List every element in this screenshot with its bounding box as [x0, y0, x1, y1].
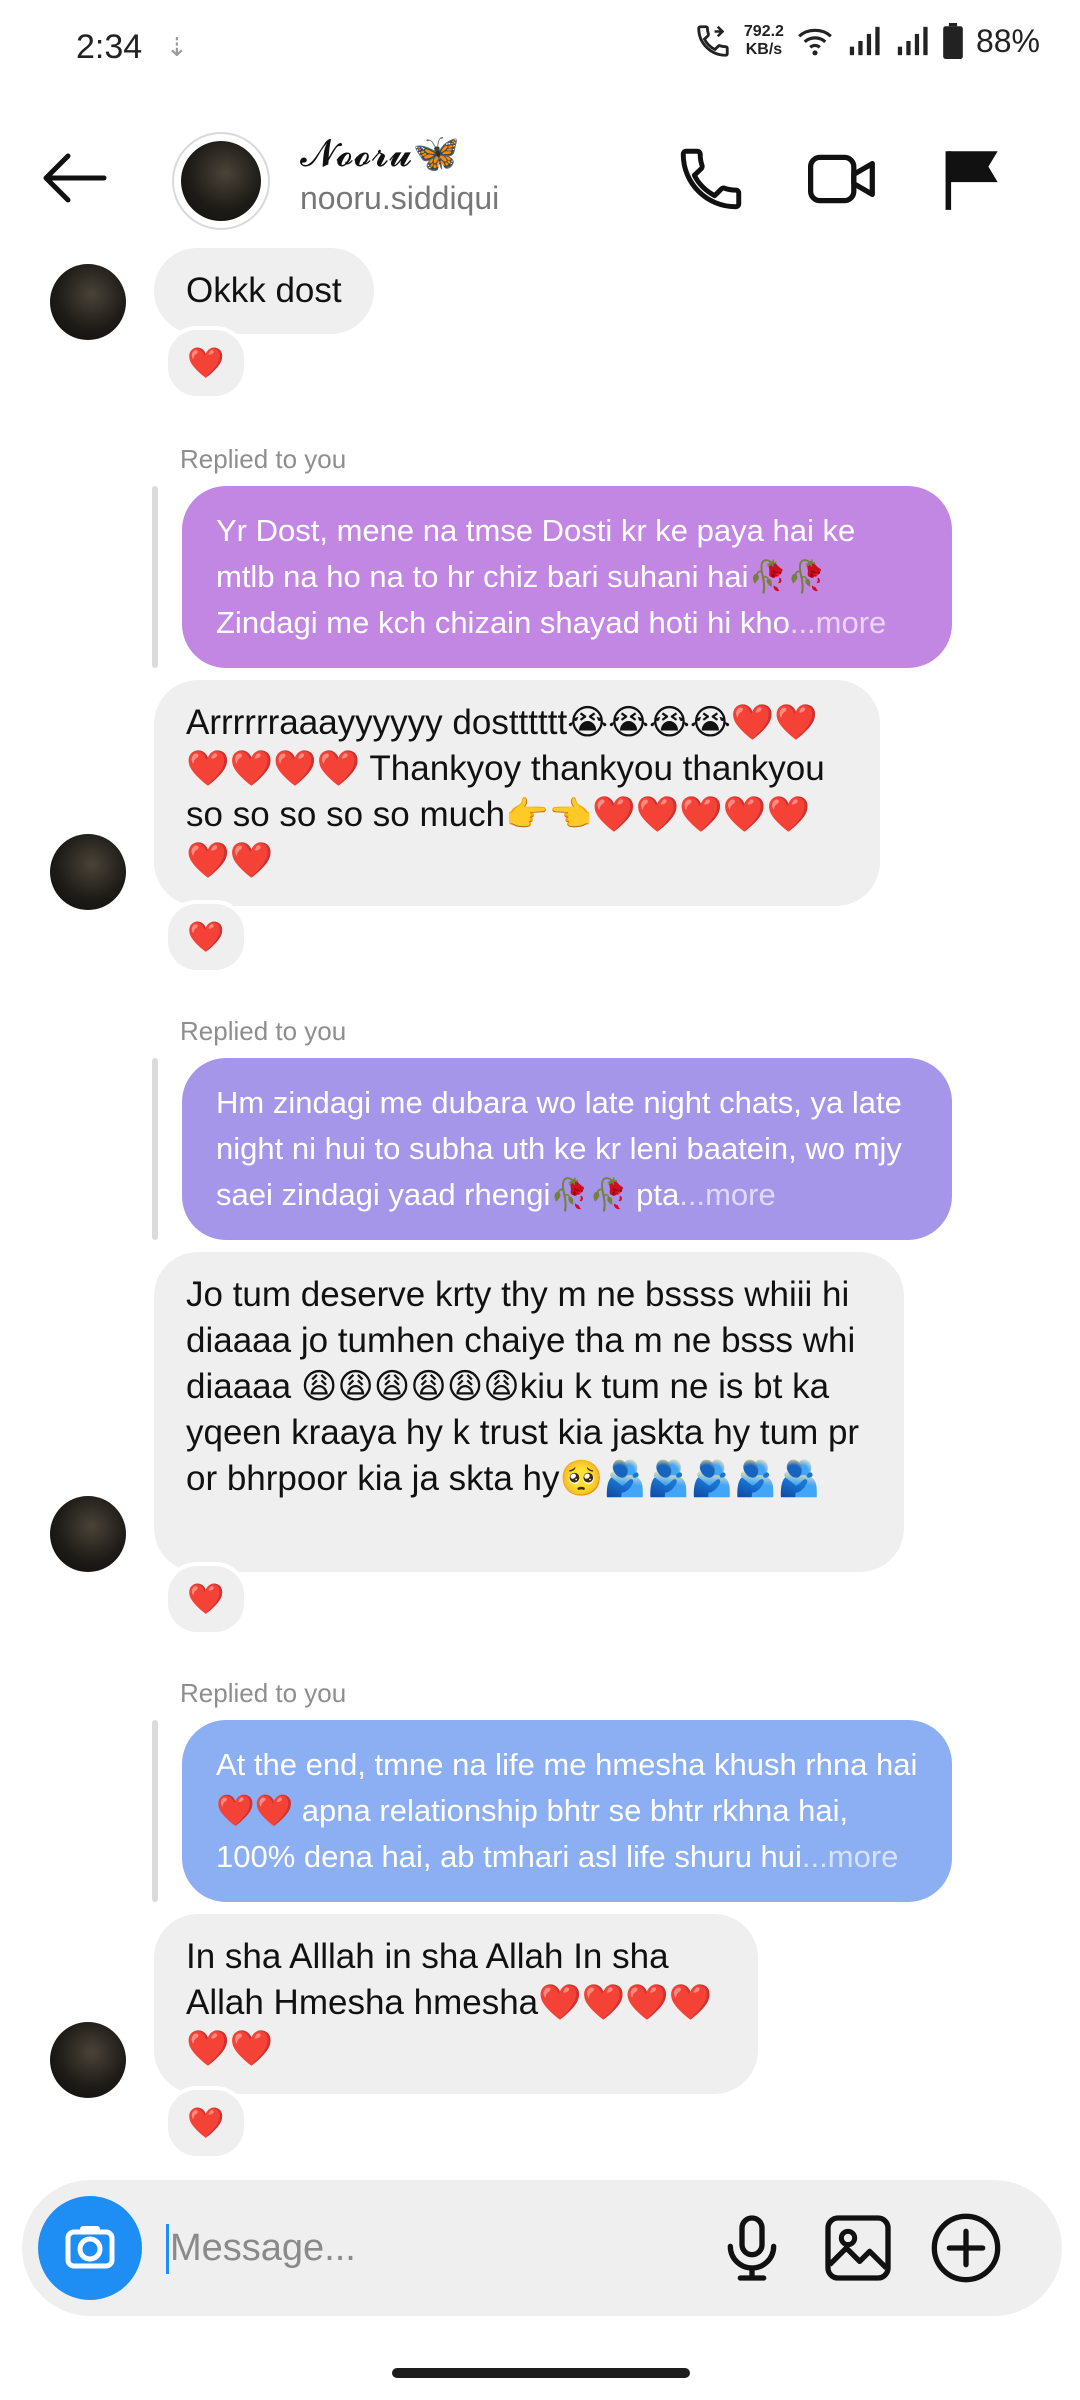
signal-icon: [849, 26, 880, 56]
contact-avatar[interactable]: [172, 132, 270, 230]
heart-reaction[interactable]: ❤️: [164, 1562, 248, 1636]
more-link[interactable]: ...more: [679, 1177, 775, 1212]
incoming-message[interactable]: In sha Alllah in sha Allah In sha Allah …: [154, 1914, 758, 2094]
outgoing-replied-message[interactable]: Hm zindagi me dubara wo late night chats…: [182, 1058, 952, 1240]
wifi-icon: [798, 28, 832, 56]
sender-avatar[interactable]: [50, 834, 126, 910]
call-forward-icon: [697, 25, 729, 57]
status-time: 2:34: [76, 28, 143, 66]
reply-quote-bar: [152, 1720, 158, 1902]
outgoing-replied-message[interactable]: At the end, tmne na life me hmesha khush…: [182, 1720, 952, 1902]
reply-quote-bar: [152, 486, 158, 668]
outgoing-replied-message[interactable]: Yr Dost, mene na tmse Dosti kr ke paya h…: [182, 486, 952, 668]
sender-avatar[interactable]: [50, 264, 126, 340]
butterfly-emoji: 🦋: [412, 133, 460, 175]
network-speed: 792.2 KB/s: [743, 23, 784, 58]
back-arrow-icon[interactable]: [38, 148, 108, 208]
microphone-icon[interactable]: [712, 2208, 792, 2288]
heart-reaction[interactable]: ❤️: [164, 326, 248, 400]
incoming-message[interactable]: Arrrrrraaayyyyyy dostttttt😭😭😭😭❤️❤️❤️❤️❤️…: [154, 680, 880, 906]
camera-button[interactable]: [38, 2196, 142, 2300]
chat-header: 𝓝𝓸𝓸𝓻𝓾🦋 nooru.siddiqui: [0, 112, 1080, 242]
download-icon: ⇣: [166, 32, 188, 62]
more-link[interactable]: ...more: [802, 1839, 898, 1874]
gallery-icon[interactable]: [818, 2208, 898, 2288]
battery-icon: [943, 23, 963, 59]
message-composer: [22, 2180, 1062, 2316]
contact-username[interactable]: nooru.siddiqui: [300, 180, 499, 217]
heart-reaction[interactable]: ❤️: [164, 2086, 248, 2160]
camera-icon: [65, 2226, 115, 2269]
phone-icon[interactable]: [674, 142, 748, 216]
text-cursor: [166, 2224, 169, 2274]
sender-avatar[interactable]: [50, 2022, 126, 2098]
status-icons: 792.2 KB/s 88%: [694, 22, 1040, 60]
incoming-message[interactable]: Okkk dost: [154, 248, 374, 334]
add-icon[interactable]: [926, 2208, 1006, 2288]
replied-label: Replied to you: [180, 1678, 347, 1708]
incoming-message[interactable]: Jo tum deserve krty thy m ne bssss whiii…: [154, 1252, 904, 1572]
status-bar: 2:34 ⇣ 792.2 KB/s 88%: [0, 0, 1080, 96]
replied-label: Replied to you: [180, 444, 347, 474]
signal-icon-2: [897, 26, 928, 56]
message-input[interactable]: [170, 2218, 690, 2278]
replied-label: Replied to you: [180, 1016, 347, 1046]
reply-quote-bar: [152, 1058, 158, 1240]
contact-display-name[interactable]: 𝓝𝓸𝓸𝓻𝓾🦋: [300, 132, 460, 176]
battery-percent: 88%: [975, 22, 1040, 59]
flag-icon[interactable]: [936, 142, 1010, 216]
video-call-icon[interactable]: [806, 142, 880, 216]
more-link[interactable]: ...more: [790, 605, 886, 640]
home-indicator[interactable]: [392, 2368, 690, 2378]
heart-reaction[interactable]: ❤️: [164, 900, 248, 974]
sender-avatar[interactable]: [50, 1496, 126, 1572]
